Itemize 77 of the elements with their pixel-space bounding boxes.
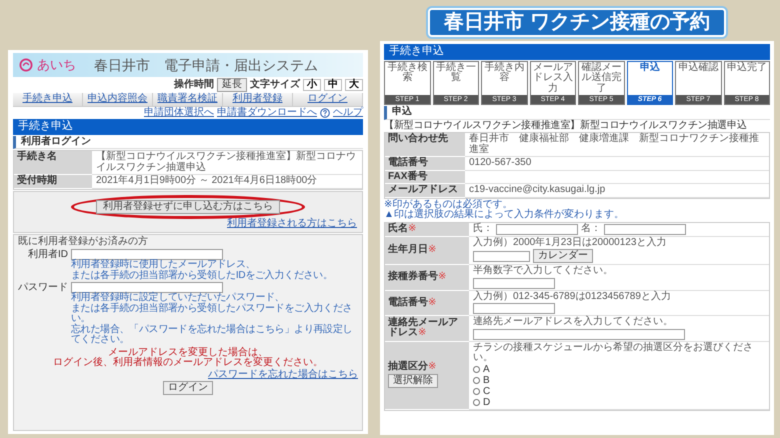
field-hint: 入力例）012-345-6789は0123456789と入力 [473,292,671,302]
login-title: 既に利用者登録がお済みの方 [18,236,149,248]
font-size-button[interactable]: 中 [324,78,342,92]
name-part-label: 名： [581,224,601,234]
input-field[interactable] [604,224,686,235]
nav-tab[interactable]: 申込内容照会 [83,93,153,106]
info-label: メールアドレス [385,184,465,198]
field-hint: チラシの接種スケジュールから希望の抽選区分をお選びください。 [473,342,754,364]
input-field[interactable] [473,303,555,314]
field-hint: 連絡先メールアドレスを入力してください。 [473,317,673,328]
form-label: 抽選区分※ [388,362,436,372]
calendar-button[interactable]: カレンダー [533,249,593,264]
info-value: 0120-567-350 [465,157,769,171]
system-title: 春日井市 電子申請・届出システム [94,58,318,72]
field-label: パスワード [18,282,68,296]
radio-button[interactable] [473,377,480,384]
info-value: 春日井市 健康福祉部 健康増進課 新型コロナワクチン接種推進室 [465,133,769,158]
font-size-label: 文字サイズ [250,80,300,90]
subsection-header: 申込 [384,106,770,120]
input-field[interactable] [473,278,555,289]
info-label: 電話番号 [385,157,465,171]
login-button[interactable]: ログイン [163,381,213,396]
radio-label: D [483,398,490,408]
form-label: 電話番号※ [388,298,436,308]
input-field[interactable] [71,249,223,260]
name-part-label: 氏： [473,224,493,234]
info-label: FAX番号 [385,170,465,184]
logo-text: あいち [37,58,76,72]
forgot-password-link[interactable]: パスワードを忘れた場合はこちら [208,370,358,380]
field-hint: 半角数字で入力してください。 [473,266,613,277]
time-label: 操作時間 [174,80,214,90]
form-title: 【新型コロナウイルスワクチン接種推進室】新型コロナウイルスワクチン抽選申込 [384,120,748,132]
note-text: ▲印は選択肢の結果によって入力条件が変わります。 [384,210,625,221]
radio-label: B [483,376,490,386]
header-link[interactable]: 申請団体選択へ [144,108,214,118]
info-label: 手続き名 [14,151,92,176]
radio-label: C [483,386,490,397]
section-header: 手続き申込 [13,119,363,135]
header-link[interactable]: ヘルプ [333,108,363,118]
register-link[interactable]: 利用者登録される方はこちら [227,219,357,230]
field-hint: 利用者登録時に設定していただいたパスワード、 または各手続の担当部署から受領したパスワードをご入力ください。 忘れた場合、「パスワードを忘れた場合はこちら」より再設定してください。 [71,293,354,346]
font-size-button[interactable]: 大 [345,78,363,92]
section-header: 手続き申込 [384,44,770,60]
extend-button[interactable]: 延長 [217,78,247,92]
info-value: 2021年4月1日9時00分 ～ 2021年4月6日18時00分 [92,175,362,189]
input-field[interactable] [473,250,530,262]
form-label: 連絡先メールアドレス※ [388,318,459,339]
help-icon [320,108,330,118]
nav-tab[interactable]: 手続き申込 [13,93,83,106]
info-label: 問い合わせ先 [385,133,465,158]
info-value: 【新型コロナウイルスワクチン接種推進室】新型コロナウイルスワクチン抽選申込 [92,151,362,176]
clear-selection-button[interactable]: 選択解除 [388,374,438,388]
radio-button[interactable] [473,388,480,396]
form-label: 接種券番号※ [388,272,446,283]
nav-tab[interactable]: 職責署名検証 [153,93,223,106]
form-label: 氏名※ [388,224,416,234]
logo-mark-icon [19,58,33,72]
input-field[interactable] [496,224,578,235]
field-hint: 利用者登録時に使用したメールアドレス、 または各手続の担当部署から受領したIDをご入力ください。 [71,260,334,282]
info-value: c19-vaccine@city.kasugai.lg.jp [465,184,769,198]
field-hint: 入力例）2000年1月23日は20000123と入力 [473,238,666,248]
field-label: 利用者ID [27,249,68,262]
radio-button[interactable] [473,366,480,374]
input-field[interactable] [473,328,685,340]
info-label: 受付時期 [14,175,92,189]
notice-text: メールアドレスを変更した場合は、 ログイン後、利用者情報のメールアドレスを変更ください。 [52,348,324,368]
headline-banner: 春日井市 ワクチン接種の予約 [428,8,726,37]
radio-label: A [483,364,490,375]
radio-button[interactable] [473,399,480,406]
note-text: ※印があるものは必須です。 [384,200,514,210]
nav-tab[interactable]: ログイン [293,93,363,106]
nav-tab[interactable]: 利用者登録 [223,93,293,106]
header-link[interactable]: 申請書ダウンロードへ [217,108,317,118]
form-label: 生年月日※ [388,245,436,256]
input-field[interactable] [71,282,223,294]
guest-apply-button[interactable]: 利用者登録せずに申し込む方はこちら [96,200,280,214]
font-size-button[interactable]: 小 [303,78,321,92]
